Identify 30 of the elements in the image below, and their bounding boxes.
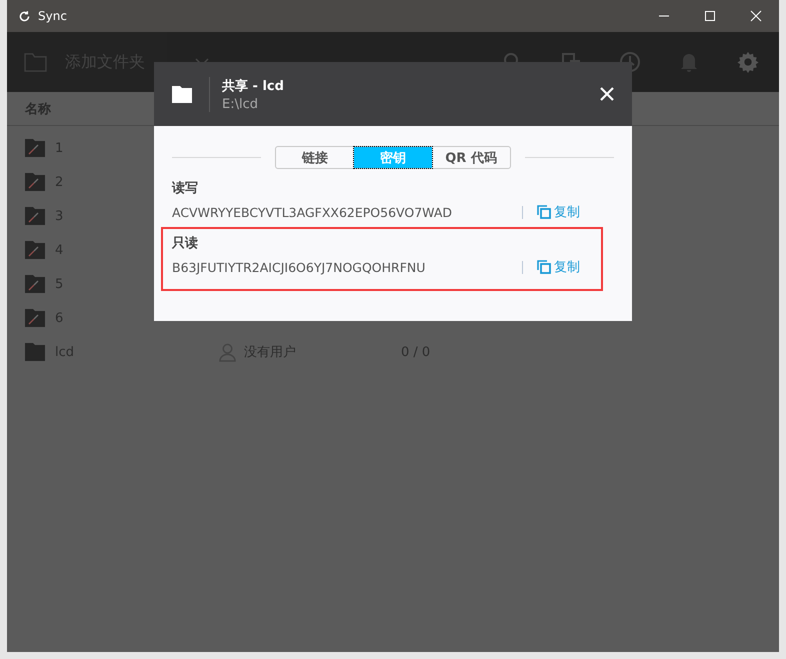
key-value: ACVWRYYEBCYVTL3AGFXX62EPO56VO7WAD	[172, 204, 454, 220]
tab[interactable]: QR 代码	[432, 147, 510, 168]
folder-error-icon	[25, 275, 45, 293]
copy-button[interactable]: 复制	[537, 203, 580, 221]
folder-error-icon	[25, 207, 45, 225]
folder-icon	[25, 343, 45, 361]
maximize-icon	[704, 10, 716, 22]
bell-icon[interactable]	[679, 51, 699, 73]
dialog-title: 共享 - lcd	[222, 78, 284, 94]
close-icon[interactable]	[600, 87, 614, 101]
sync-icon	[18, 10, 31, 22]
user-icon	[219, 342, 236, 362]
folder-error-icon	[25, 139, 45, 157]
copy-icon	[537, 260, 551, 274]
folder-path: E:\lcd	[222, 96, 259, 112]
folder-error-icon	[25, 173, 45, 191]
tab[interactable]: 链接	[276, 147, 354, 168]
folder-error-icon	[25, 241, 45, 259]
settings-icon[interactable]	[737, 51, 759, 73]
copy-button[interactable]: 复制	[537, 258, 580, 276]
window-title: Sync	[38, 9, 67, 23]
key-label: 读写	[172, 180, 199, 197]
tab[interactable]: 密钥	[354, 147, 432, 168]
key-value: B63JFUTIYTR2AICJI6O6YJ7NOGQOHRFNU	[172, 260, 426, 274]
folder-error-icon	[25, 309, 45, 327]
copy-icon	[537, 205, 551, 219]
key-label: 只读	[172, 235, 199, 252]
folder-icon	[172, 86, 192, 102]
folder-icon	[24, 52, 47, 72]
close-icon	[750, 10, 762, 22]
